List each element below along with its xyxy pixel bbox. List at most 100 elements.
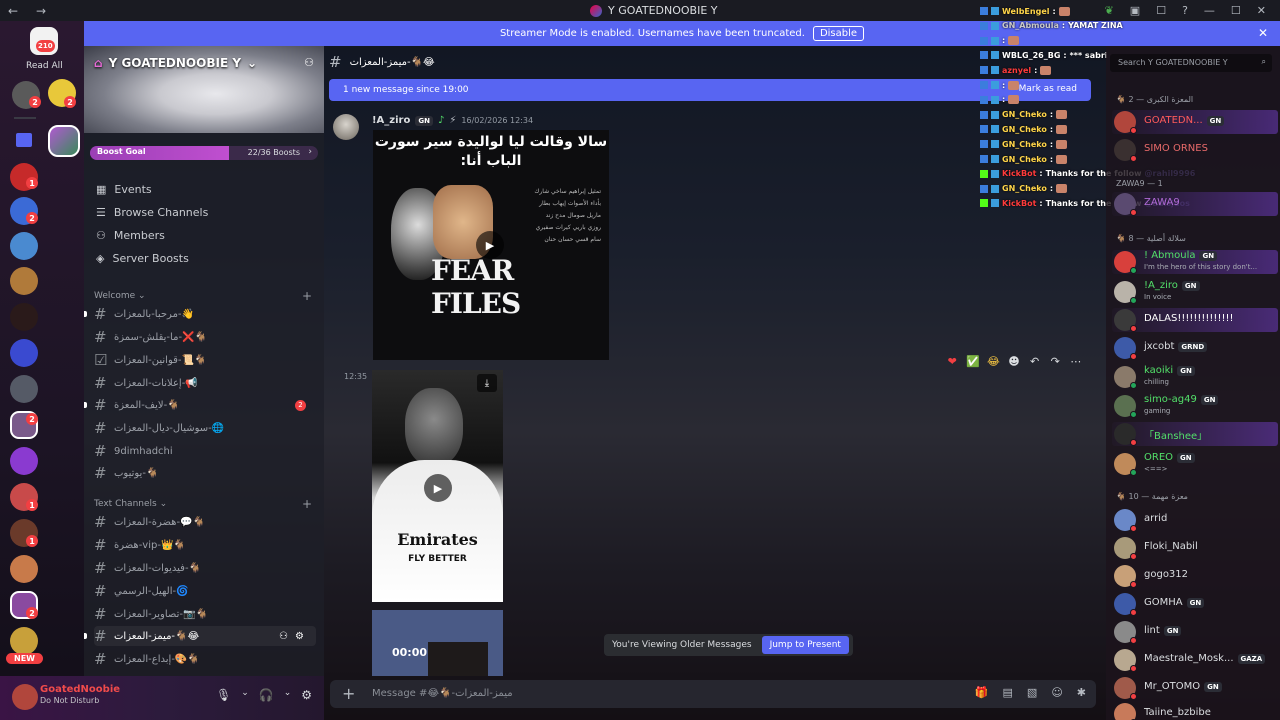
member-row[interactable]: GOATEDN... GN [1112, 110, 1278, 134]
channel-item[interactable]: # لايف-المعزة-🐐 2 [84, 395, 316, 415]
sticker-icon[interactable]: ▧ [1027, 686, 1037, 699]
nav-server-boosts[interactable]: ◈ Server Boosts [96, 252, 189, 265]
more-options-icon[interactable]: ⋯ [1067, 355, 1084, 368]
member-row[interactable]: kaoiki GN chilling [1112, 365, 1278, 389]
help-icon[interactable]: ? [1182, 4, 1188, 17]
apps-icon[interactable]: ✱ [1077, 686, 1086, 699]
reply-icon[interactable]: ↶ [1026, 355, 1043, 368]
nav-members[interactable]: ⚇ Members [96, 229, 165, 242]
member-row[interactable]: gogo312 [1112, 564, 1278, 588]
inbox-icon[interactable]: ☐ [1156, 4, 1166, 17]
add-reaction-icon[interactable]: ☻ [1006, 355, 1023, 368]
laugh-reaction-icon[interactable]: 😂 [985, 355, 1002, 368]
video-attachment[interactable]: سالا وقالت ليا لواليدة سير سورت الباب أن… [373, 130, 609, 360]
member-row[interactable]: Maestrale_Mosk... GAZA [1112, 648, 1278, 672]
back-arrow-icon[interactable]: ← [8, 4, 28, 18]
nav-events[interactable]: ▦ Events [96, 183, 152, 196]
emoji-icon[interactable]: ☺ [1051, 686, 1062, 699]
server-icon[interactable] [10, 447, 38, 475]
disable-streamer-button[interactable]: Disable [812, 26, 865, 41]
member-row[interactable]: 「Banshee」 [1112, 422, 1278, 446]
member-row[interactable]: jxcobt GRND [1112, 336, 1278, 360]
channel-item[interactable]: # إعلانات-المعزات-📢 [94, 373, 316, 393]
avatar[interactable] [1114, 703, 1136, 720]
message-composer[interactable]: + Message #😂🐐-ميمز-المعزات 🎁 ▤ ▧ ☺ ✱ [330, 680, 1096, 708]
nav-browse-channels[interactable]: ☰ Browse Channels [96, 206, 208, 219]
server-icon[interactable] [10, 303, 38, 331]
server-icon[interactable] [10, 267, 38, 295]
boost-goal-bar[interactable]: Boost Goal 22/36 Boosts › [90, 146, 318, 160]
leaf-icon[interactable]: ❦ [1105, 4, 1114, 17]
gif-icon[interactable]: ▤ [1003, 686, 1013, 699]
member-row[interactable]: lint GN [1112, 620, 1278, 644]
server-icon[interactable] [10, 627, 38, 655]
new-messages-bar[interactable]: 1 new message since 19:00 Mark as read [329, 79, 1091, 101]
category-welcome[interactable]: Welcome ⌄ [94, 291, 146, 301]
category-text-channels[interactable]: Text Channels ⌄ [94, 499, 167, 509]
heart-reaction-icon[interactable]: ❤ [944, 355, 961, 368]
member-row[interactable]: Taiine_bzbibe [1112, 702, 1278, 720]
video-attachment[interactable]: Emirates FLY BETTER ⤓ ▶ [372, 370, 503, 602]
message-input[interactable]: Message #😂🐐-ميمز-المعزات [372, 688, 513, 699]
member-row[interactable]: simo-ag49 GN gaming [1112, 394, 1278, 418]
member-row[interactable]: ! Abmoula GN I'm the hero of this story do… [1112, 250, 1278, 274]
server-icon[interactable] [10, 555, 38, 583]
active-server-icon[interactable] [48, 125, 80, 157]
channel-item[interactable]: # هضرة-vip-👑🐐 [94, 535, 316, 555]
member-row[interactable]: GOMHA GN [1112, 592, 1278, 616]
server-icon[interactable] [10, 339, 38, 367]
add-channel-icon[interactable]: + [302, 289, 312, 303]
channel-item[interactable]: # سوشيال-ديال-المعزات-🌐 [94, 418, 316, 438]
member-row[interactable]: !A_ziro GN In voice [1112, 280, 1278, 304]
channel-item[interactable]: # هضرة-المعزات-💬🐐 [94, 512, 316, 532]
add-member-icon[interactable]: ⚇ [304, 56, 314, 69]
channel-item[interactable]: # فيديوات-المعزات-🐐 [94, 558, 316, 578]
member-row[interactable]: Mr_OTOMO GN [1112, 676, 1278, 700]
channel-item[interactable]: # إبداع-المعزات-🎨🐐 [94, 649, 316, 669]
server-name-header[interactable]: ⌂ Y GOATEDNOOBIE Y ⌄ [94, 56, 257, 70]
server-icon[interactable] [10, 232, 38, 260]
channel-item[interactable]: # مرحبا-بالمعزات-👋 [84, 304, 316, 324]
server-icon[interactable] [10, 375, 38, 403]
jump-to-present-button[interactable]: Jump to Present [761, 636, 849, 654]
headphones-icon[interactable]: 🎧 [259, 688, 274, 702]
play-icon[interactable]: ▶ [424, 474, 452, 502]
check-reaction-icon[interactable]: ✅ [965, 355, 982, 368]
invite-icon[interactable]: ⚇ [279, 631, 288, 642]
play-icon[interactable]: ▶ [476, 231, 504, 259]
video-attachment[interactable]: 00:00 [372, 610, 503, 676]
channel-item[interactable]: # الهيل-الرسمي-🌀 [94, 581, 316, 601]
minimize-icon[interactable]: — [1204, 4, 1215, 17]
channel-item[interactable]: #9dimhadchi [94, 441, 316, 461]
add-channel-icon[interactable]: + [302, 497, 312, 511]
channel-item[interactable]: # ما-يقلش-سمزة-❌🐐 [94, 327, 316, 347]
download-icon[interactable]: ⤓ [477, 374, 497, 392]
channel-settings-icon[interactable]: ⚙ [295, 631, 304, 642]
channel-item[interactable]: # يوتيوب-🐐 [94, 463, 316, 483]
settings-gear-icon[interactable]: ⚙ [301, 688, 312, 702]
read-all-button[interactable]: Read All [26, 61, 63, 71]
chevron-down-icon[interactable]: ⌄ [284, 688, 292, 702]
chevron-down-icon[interactable]: ⌄ [241, 688, 249, 702]
microphone-icon[interactable]: 🎙 [216, 688, 231, 702]
author-name[interactable]: !A_ziro [372, 115, 410, 126]
maximize-icon[interactable]: ☐ [1231, 4, 1241, 17]
close-banner-icon[interactable]: ✕ [1258, 26, 1268, 40]
mark-as-read-button[interactable]: Mark as read [1019, 84, 1077, 94]
forward-arrow-icon[interactable]: → [36, 4, 56, 18]
attach-plus-icon[interactable]: + [342, 684, 355, 703]
close-window-icon[interactable]: ✕ [1257, 4, 1266, 17]
avatar[interactable] [333, 114, 359, 140]
forward-icon[interactable]: ↷ [1047, 355, 1064, 368]
gift-icon[interactable]: 🎁 [975, 686, 989, 699]
member-row[interactable]: SIMO ORNES [1112, 138, 1278, 162]
channel-item[interactable]: # تصاوير-المعزات-📷🐐 [94, 604, 316, 624]
avatar[interactable] [12, 684, 38, 710]
folder-icon[interactable] [16, 133, 32, 147]
screen-share-icon[interactable]: ▣ [1130, 4, 1140, 17]
channel-item[interactable]: # ميمز-المعزات-🐐😂 ⚙ ⚇ [84, 626, 316, 646]
member-row[interactable]: OREO GN <==> [1112, 452, 1278, 476]
member-row[interactable]: Floki_Nabil [1112, 536, 1278, 560]
member-row[interactable]: arrid [1112, 508, 1278, 532]
member-row[interactable]: ZAWA9 [1112, 192, 1278, 216]
